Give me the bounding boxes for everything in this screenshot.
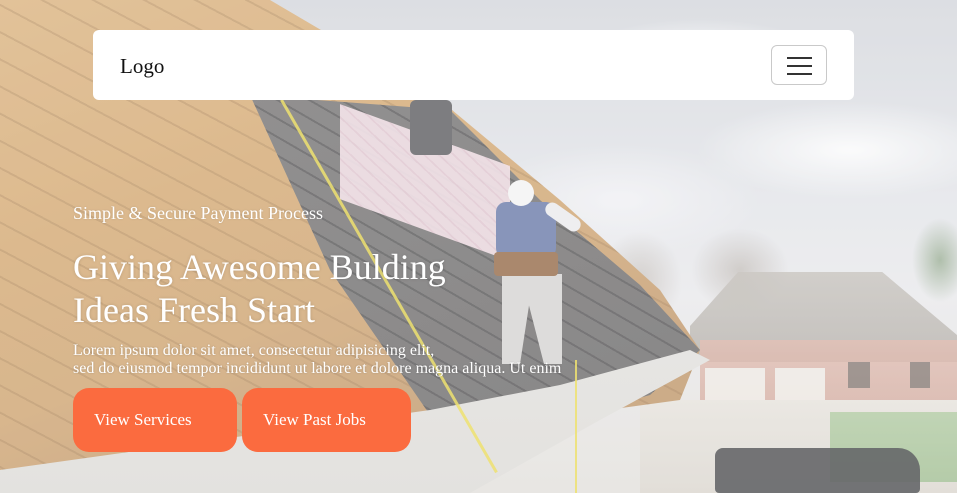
view-services-button[interactable]: View Services <box>73 388 237 452</box>
hero-headline-line: Ideas Fresh Start <box>73 290 315 330</box>
logo[interactable]: Logo <box>120 54 164 79</box>
hero-description-line: Lorem ipsum dolor sit amet, consectetur … <box>73 342 435 359</box>
hero-description: Lorem ipsum dolor sit amet, consectetur … <box>73 342 593 378</box>
hero-headline: Giving Awesome Bulding Ideas Fresh Start <box>73 246 493 332</box>
hero-description-line: sed do eiusmod tempor incididunt ut labo… <box>73 360 562 377</box>
navbar-toggle-button[interactable] <box>771 45 827 85</box>
navbar: Logo <box>93 30 854 100</box>
hero-headline-line: Giving Awesome Bulding <box>73 247 446 287</box>
hamburger-menu-icon <box>787 57 812 75</box>
hero-subtitle: Simple & Secure Payment Process <box>73 203 323 223</box>
view-past-jobs-button[interactable]: View Past Jobs <box>242 388 411 452</box>
